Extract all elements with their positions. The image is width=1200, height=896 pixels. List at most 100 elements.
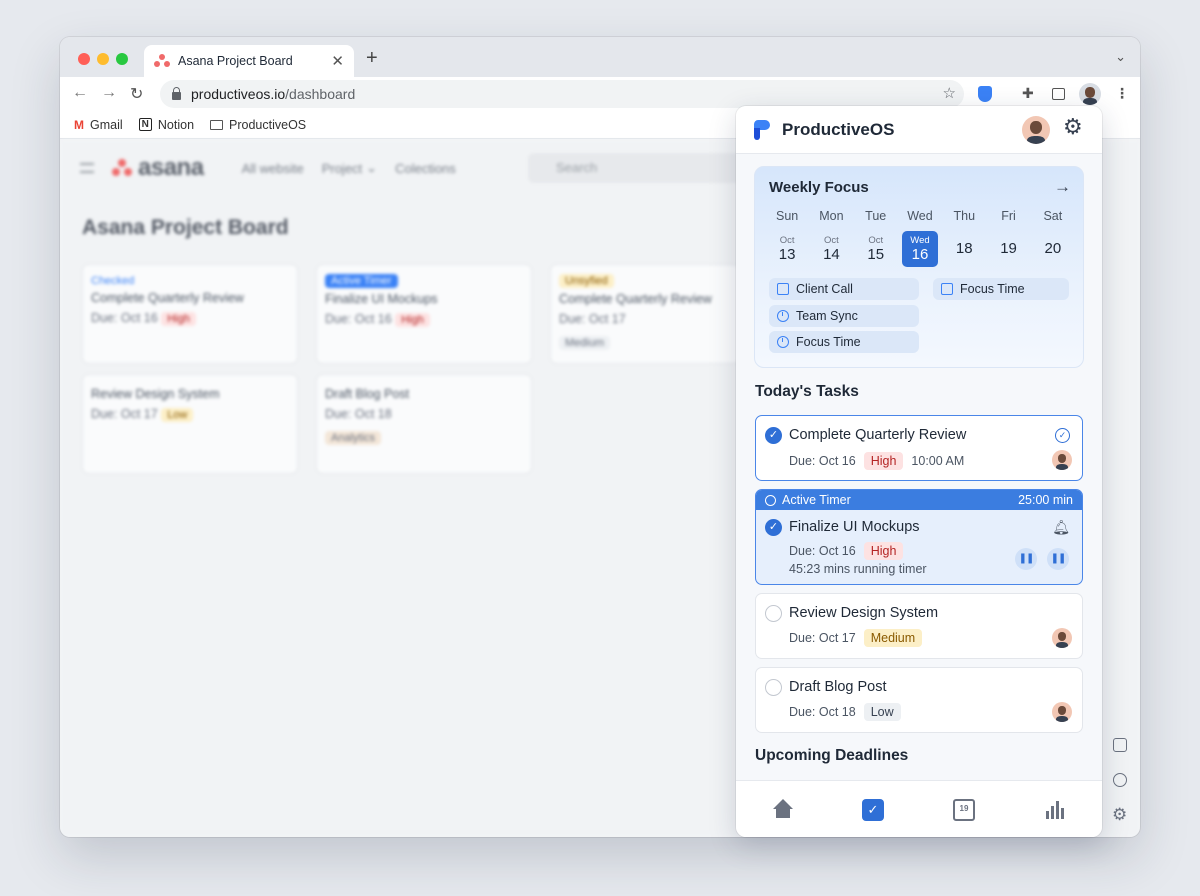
day-column-today[interactable]: Wed Wed 16 xyxy=(898,209,942,267)
reload-icon[interactable]: ↻ xyxy=(130,84,143,104)
board-card[interactable]: Draft Blog Post Due: Oct 18 Analytics xyxy=(316,374,532,474)
day-column[interactable]: Sat 20 xyxy=(1031,209,1075,267)
browser-tab-active[interactable]: Asana Project Board ✕ xyxy=(144,45,354,77)
task-checkbox-checked[interactable]: ✓ xyxy=(765,427,782,444)
day-name: Sat xyxy=(1043,209,1063,223)
maximize-window-button[interactable] xyxy=(116,53,128,65)
minimize-window-button[interactable] xyxy=(97,53,109,65)
productiveos-logo-icon xyxy=(754,120,774,140)
day-date: 19 xyxy=(991,231,1027,267)
board-card[interactable]: Checked Complete Quarterly Review Due: O… xyxy=(82,264,298,364)
card-priority: Analytics xyxy=(325,431,382,445)
weekly-focus-card: Weekly Focus → Sun Oct 13 Mon Oct 14 Tue Oct 1… xyxy=(754,166,1084,368)
asana-nav-item[interactable]: All website xyxy=(242,161,304,176)
calendar-nav-icon[interactable]: 19 xyxy=(953,799,975,821)
assignee-avatar xyxy=(1052,702,1072,722)
menu-icon[interactable] xyxy=(80,163,94,173)
side-panel-icon[interactable] xyxy=(1052,88,1065,100)
address-bar[interactable]: productiveos.io/dashboard ☆ xyxy=(160,80,964,108)
bookmark-star-icon[interactable]: ☆ xyxy=(943,84,956,102)
weekly-focus-title: Weekly Focus xyxy=(769,179,869,196)
home-icon[interactable] xyxy=(772,799,794,821)
event-chip[interactable]: Team Sync xyxy=(769,305,919,327)
day-column[interactable]: Tue Oct 15 xyxy=(854,209,898,267)
arrow-right-icon[interactable]: → xyxy=(1054,177,1071,197)
task-due: Due: Oct 16 xyxy=(789,454,856,468)
day-month: Oct xyxy=(779,234,795,246)
task-due: Due: Oct 17 xyxy=(789,631,856,645)
tab-search-chevron-icon[interactable]: ⌄ xyxy=(1115,49,1126,65)
task-card[interactable]: ✓ Complete Quarterly Review ✓ Due: Oct 1… xyxy=(755,415,1083,481)
event-chip[interactable]: Focus Time xyxy=(769,331,919,353)
url-path: /dashboard xyxy=(285,86,356,102)
task-meta: Due: Oct 16 High 10:00 AM xyxy=(789,452,964,470)
task-card-active-timer[interactable]: Active Timer 25:00 min ✓ Finalize UI Moc… xyxy=(755,489,1083,585)
bookmark-notion[interactable]: N Notion xyxy=(138,118,194,132)
day-number: 20 xyxy=(1044,240,1062,257)
dock-hexagon-icon[interactable] xyxy=(1113,773,1127,787)
asana-nav-item[interactable]: Project xyxy=(322,161,362,176)
forward-arrow-icon[interactable]: → xyxy=(101,84,117,102)
notion-icon: N xyxy=(138,118,152,131)
day-column[interactable]: Mon Oct 14 xyxy=(809,209,853,267)
task-meta: Due: Oct 18 Low xyxy=(789,703,901,721)
board-card[interactable]: Active Timer Finalize UI Mockups Due: Oc… xyxy=(316,264,532,364)
tab-close-icon[interactable]: ✕ xyxy=(331,52,344,70)
chevron-down-icon: ⌄ xyxy=(366,160,378,175)
extensions-puzzle-icon[interactable]: ✚ xyxy=(1022,85,1034,102)
gmail-icon: M xyxy=(74,117,84,132)
card-tag: Active Timer xyxy=(325,274,398,288)
card-title: Complete Quarterly Review xyxy=(91,291,244,305)
task-checkbox-checked[interactable]: ✓ xyxy=(765,519,782,536)
productiveos-extension-icon[interactable] xyxy=(978,86,992,102)
close-window-button[interactable] xyxy=(78,53,90,65)
day-column[interactable]: Sun Oct 13 xyxy=(765,209,809,267)
check-circle-icon[interactable]: ✓ xyxy=(1055,428,1070,443)
task-due: Due: Oct 18 xyxy=(789,705,856,719)
task-checkbox[interactable] xyxy=(765,679,782,696)
pause-button[interactable]: ❚❚ xyxy=(1015,548,1037,570)
event-chip[interactable]: Client Call xyxy=(769,278,919,300)
user-avatar[interactable] xyxy=(1022,116,1050,144)
tasks-checkbox-icon[interactable]: ✓ xyxy=(862,799,884,821)
priority-badge: Low xyxy=(863,703,901,721)
pause-button[interactable]: ❚❚ xyxy=(1047,548,1069,570)
bar-chart-icon[interactable] xyxy=(1044,799,1066,821)
task-title: Review Design System xyxy=(789,605,939,621)
bell-icon[interactable]: 🔔︎ xyxy=(1052,519,1070,536)
day-month: Oct xyxy=(824,234,839,246)
board-card[interactable]: Review Design System Due: Oct 17 Low xyxy=(82,374,298,474)
task-title: Complete Quarterly Review xyxy=(789,427,967,443)
bookmark-productiveos[interactable]: ProductiveOS xyxy=(210,118,306,132)
bookmark-gmail[interactable]: M Gmail xyxy=(74,118,123,132)
event-chip[interactable]: Focus Time xyxy=(933,278,1069,300)
day-date: Oct 15 xyxy=(858,231,894,267)
priority-badge: High xyxy=(863,452,904,470)
productiveos-popup: ProductiveOS ⚙ Weekly Focus → Sun Oct 13 M… xyxy=(736,106,1102,837)
todays-tasks-heading: Today's Tasks xyxy=(755,383,859,400)
card-priority: Medium xyxy=(559,336,611,350)
day-column[interactable]: Fri 19 xyxy=(986,209,1030,267)
day-column[interactable]: Thu 18 xyxy=(942,209,986,267)
task-card[interactable]: Review Design System Due: Oct 17 Medium xyxy=(755,593,1083,659)
new-tab-button[interactable]: + xyxy=(366,47,378,70)
bookmark-label: Gmail xyxy=(90,117,123,132)
settings-gear-icon[interactable]: ⚙ xyxy=(1063,116,1083,138)
day-date: Oct 14 xyxy=(813,231,849,267)
task-checkbox[interactable] xyxy=(765,605,782,622)
asana-wordmark: asana xyxy=(138,154,204,181)
event-label: Focus Time xyxy=(796,335,861,349)
task-time: 10:00 AM xyxy=(911,454,965,468)
asana-search-input[interactable]: Search xyxy=(528,153,748,183)
task-card[interactable]: Draft Blog Post Due: Oct 18 Low xyxy=(755,667,1083,733)
browser-menu-icon[interactable]: ⋮ xyxy=(1115,85,1129,102)
back-arrow-icon[interactable]: ← xyxy=(72,84,88,102)
dock-settings-icon[interactable]: ⚙ xyxy=(1112,806,1127,823)
profile-avatar[interactable] xyxy=(1079,83,1101,105)
asana-nav-item[interactable]: Colections xyxy=(395,161,456,176)
board-card[interactable]: Unsyfied Complete Quarterly Review Due: … xyxy=(550,264,740,364)
task-meta: Due: Oct 16 High xyxy=(789,542,904,560)
task-meta: Due: Oct 17 Medium xyxy=(789,629,923,647)
dock-note-icon[interactable] xyxy=(1113,738,1127,752)
card-tag: Checked xyxy=(91,275,135,287)
